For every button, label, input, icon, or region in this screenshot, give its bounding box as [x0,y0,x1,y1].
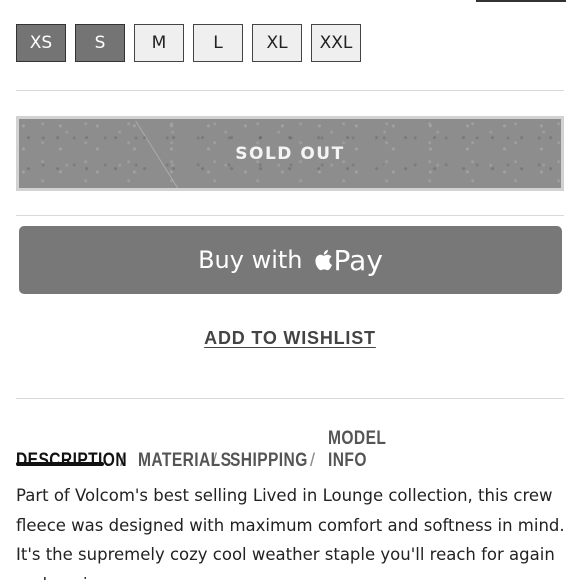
product-description: Part of Volcom's best selling Lived in L… [16,486,565,580]
divider [16,398,564,399]
apple-logo-icon [312,248,333,272]
sold-out-button[interactable]: SOLD OUT [16,116,564,191]
tab-model-info[interactable]: MODEL INFO [328,428,395,472]
tab-shipping[interactable]: SHIPPING [230,450,308,472]
size-option-m[interactable]: M [134,24,184,62]
tab-materials[interactable]: MATERIALS [138,450,231,472]
size-option-xl[interactable]: XL [252,24,302,62]
size-option-xs[interactable]: XS [16,24,66,62]
tab-description[interactable]: DESCRIPTION [16,450,127,472]
divider [16,90,564,91]
size-selector: XS S M L XL XXL [16,24,370,62]
apple-pay-buy-text: Buy with [198,246,303,274]
apple-pay-pay-text: Pay [333,243,383,277]
tab-separator: / [310,450,316,470]
size-option-l[interactable]: L [193,24,243,62]
active-tab-indicator [16,462,104,466]
divider [16,215,564,216]
top-divider [476,0,566,2]
size-option-s[interactable]: S [75,24,125,62]
size-option-xxl[interactable]: XXL [311,24,361,62]
sold-out-label: SOLD OUT [235,143,345,164]
apple-pay-button[interactable]: Buy with Pay [19,226,562,294]
add-to-wishlist-link[interactable]: ADD TO WISHLIST [0,328,580,349]
